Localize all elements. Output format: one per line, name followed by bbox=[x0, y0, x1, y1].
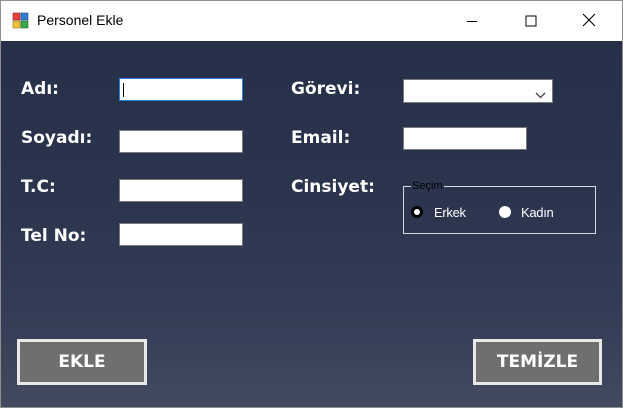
window-title: Personel Ekle bbox=[37, 12, 124, 28]
chevron-down-icon bbox=[535, 86, 546, 105]
minimize-button[interactable] bbox=[450, 1, 494, 41]
gender-group-title: Seçim bbox=[411, 180, 444, 192]
email-input[interactable] bbox=[403, 127, 527, 150]
maximize-button[interactable] bbox=[509, 1, 553, 41]
ekle-button[interactable]: EKLE bbox=[17, 339, 147, 385]
text-caret bbox=[123, 83, 124, 97]
adi-label: Adı: bbox=[21, 79, 59, 99]
minimize-icon bbox=[466, 12, 478, 31]
close-icon bbox=[582, 12, 596, 31]
gorevi-select[interactable] bbox=[403, 79, 553, 103]
radio-kadin[interactable] bbox=[499, 206, 511, 218]
erkek-label[interactable]: Erkek bbox=[434, 205, 466, 220]
soyadi-input[interactable] bbox=[119, 130, 243, 153]
tc-label: T.C: bbox=[21, 177, 56, 197]
radio-erkek[interactable] bbox=[411, 206, 423, 218]
soyadi-label: Soyadı: bbox=[21, 128, 93, 148]
tc-input[interactable] bbox=[119, 179, 243, 202]
ekle-button-label: EKLE bbox=[58, 352, 106, 372]
title-bar[interactable]: Personel Ekle bbox=[1, 1, 622, 41]
cinsiyet-label: Cinsiyet: bbox=[291, 177, 375, 197]
tel-label: Tel No: bbox=[21, 226, 87, 246]
maximize-icon bbox=[525, 12, 537, 31]
app-form-icon bbox=[12, 12, 29, 29]
kadin-label[interactable]: Kadın bbox=[521, 205, 554, 220]
close-button[interactable] bbox=[567, 1, 611, 41]
adi-input[interactable] bbox=[119, 78, 243, 101]
tel-input[interactable] bbox=[119, 223, 243, 246]
email-label: Email: bbox=[291, 128, 351, 148]
temizle-button[interactable]: TEMİZLE bbox=[473, 339, 602, 385]
temizle-button-label: TEMİZLE bbox=[496, 352, 579, 372]
gorevi-label: Görevi: bbox=[291, 79, 361, 99]
